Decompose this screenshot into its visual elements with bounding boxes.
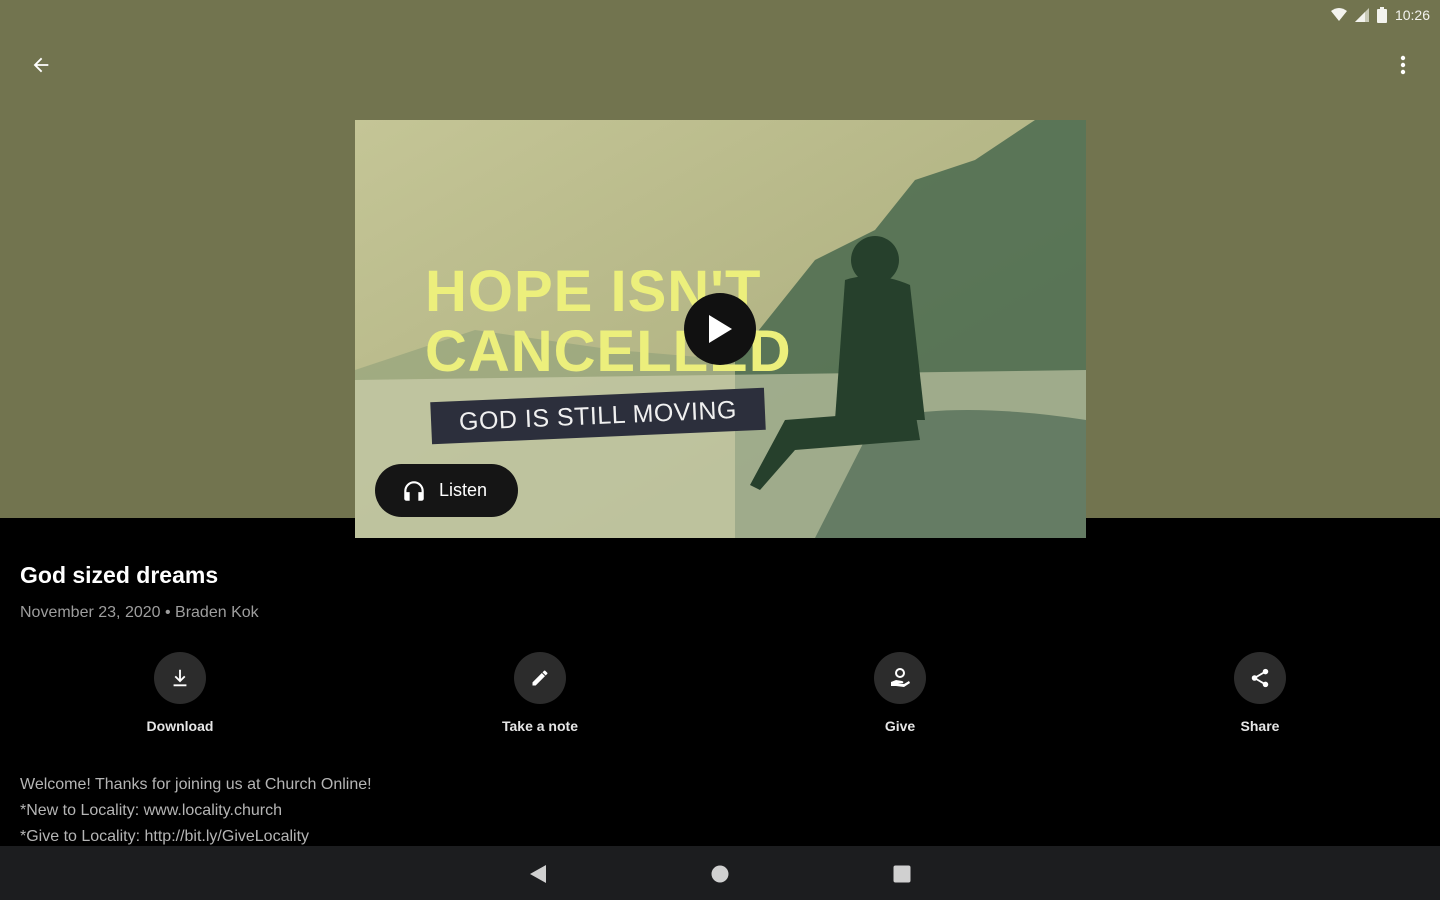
- give-label: Give: [884, 718, 916, 734]
- share-circle: [1234, 652, 1286, 704]
- more-vert-icon: [1400, 55, 1406, 75]
- arrow-back-icon: [33, 57, 49, 73]
- play-button[interactable]: [684, 293, 756, 365]
- give-icon: [891, 668, 910, 687]
- back-button[interactable]: [22, 46, 60, 84]
- nav-home-icon: [711, 865, 729, 883]
- sermon-thumbnail[interactable]: HOPE ISN'T CANCELLED GOD IS STILL MOVING…: [355, 120, 1086, 538]
- more-options-button[interactable]: [1384, 46, 1422, 84]
- nav-recents-icon: [893, 865, 911, 883]
- share-icon: [1251, 668, 1269, 688]
- take-note-button[interactable]: Take a note: [440, 652, 640, 734]
- action-row: Download Take a note Give Share: [0, 652, 1440, 742]
- nav-back-button[interactable]: [523, 859, 553, 889]
- sermon-meta: November 23, 2020 • Braden Kok: [20, 604, 259, 621]
- download-label: Download: [146, 718, 214, 734]
- nav-home-button[interactable]: [705, 859, 735, 889]
- sermon-title: God sized dreams: [20, 562, 219, 588]
- take-note-circle: [514, 652, 566, 704]
- pencil-icon: [532, 670, 548, 686]
- share-label: Share: [1240, 718, 1280, 734]
- nav-recents-button[interactable]: [887, 859, 917, 889]
- listen-label: Listen: [439, 480, 488, 500]
- signal-icon: [1354, 8, 1369, 22]
- share-button[interactable]: Share: [1160, 652, 1360, 734]
- take-note-label: Take a note: [502, 718, 578, 734]
- wifi-icon: [1330, 8, 1347, 21]
- download-button[interactable]: Download: [80, 652, 280, 734]
- description-line[interactable]: *New to Locality: www.locality.church: [20, 798, 372, 824]
- download-circle: [154, 652, 206, 704]
- description-line: Welcome! Thanks for joining us at Church…: [20, 776, 372, 793]
- give-button[interactable]: Give: [800, 652, 1000, 734]
- navigation-bar: [0, 846, 1440, 900]
- listen-button[interactable]: Listen: [375, 464, 518, 517]
- nav-back-icon: [530, 865, 546, 883]
- battery-icon: [1376, 7, 1387, 23]
- download-icon: [173, 669, 187, 687]
- status-bar: 10:26: [1290, 0, 1440, 30]
- play-icon: [709, 315, 732, 343]
- sermon-description: Welcome! Thanks for joining us at Church…: [20, 772, 372, 850]
- give-circle: [874, 652, 926, 704]
- status-time: 10:26: [1394, 7, 1430, 23]
- headphones-icon: [404, 480, 424, 501]
